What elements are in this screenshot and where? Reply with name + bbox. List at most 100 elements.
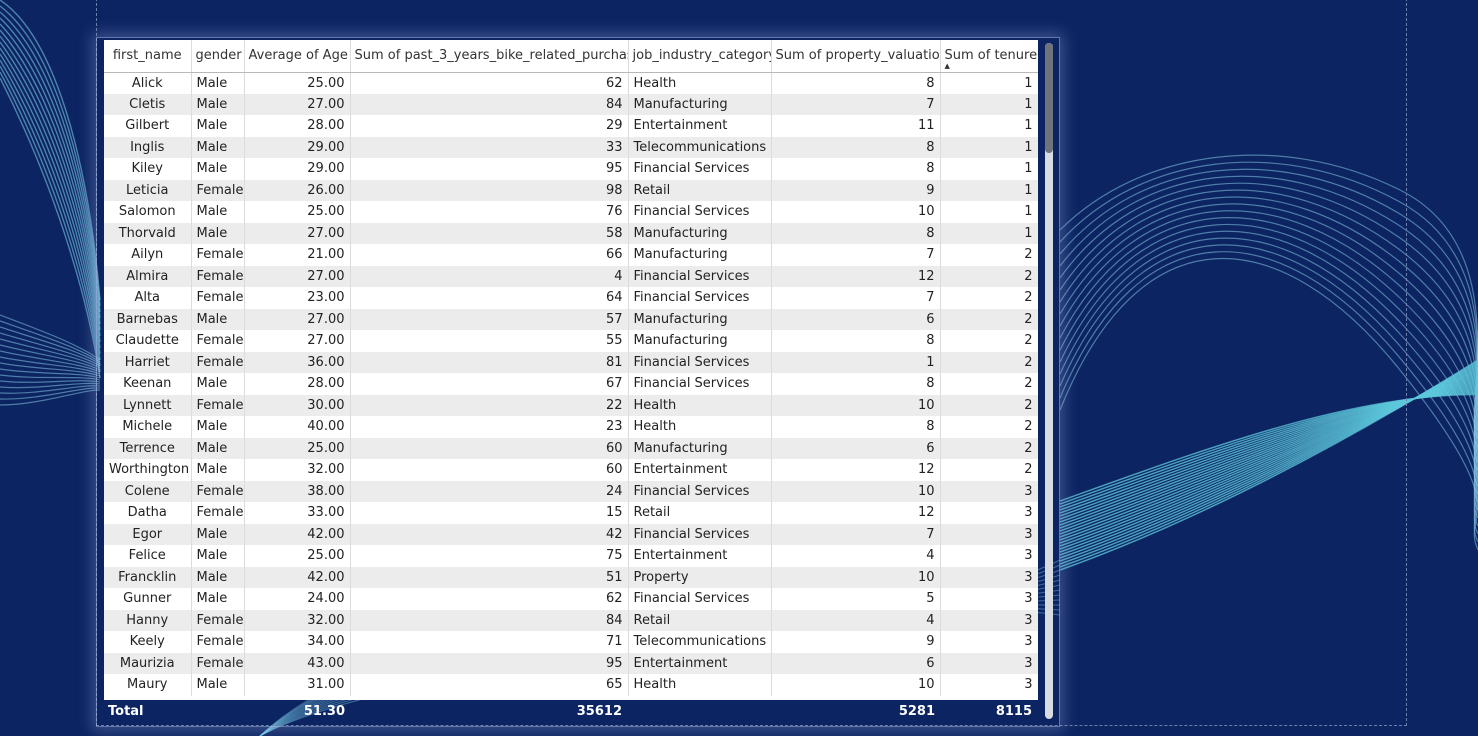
cell-job-industry-category: Financial Services (628, 287, 772, 309)
cell-gender: Male (191, 373, 245, 395)
sort-ascending-icon[interactable]: ▲ (945, 62, 950, 70)
cell-job-industry-category: Financial Services (628, 201, 772, 223)
cell-first-name: Alick (104, 72, 192, 94)
column-header-sum-of-purchases[interactable]: Sum of past_3_years_bike_related_purchas… (350, 40, 629, 73)
table-row[interactable]: Gunner Male 24.00 62 Financial Services 5 3 (104, 588, 1038, 610)
cell-job-industry-category: Manufacturing (628, 437, 772, 459)
column-header-job-industry-category[interactable]: job_industry_category (628, 40, 772, 73)
cell-first-name: Maurizia (104, 652, 192, 674)
cell-first-name: Harriet (104, 351, 192, 373)
cell-sum-of-tenure: 3 (940, 545, 1038, 567)
table-row[interactable]: Colene Female 38.00 24 Financial Services 10 3 (104, 480, 1038, 502)
cell-sum-of-purchases: 58 (350, 222, 629, 244)
cell-sum-of-property-valuation: 4 (771, 545, 941, 567)
cell-sum-of-property-valuation: 10 (771, 566, 941, 588)
column-header-first-name[interactable]: first_name (104, 40, 192, 73)
column-header-sum-of-tenure[interactable]: Sum of tenure ▲ (940, 40, 1038, 73)
cell-sum-of-property-valuation: 7 (771, 523, 941, 545)
table-row[interactable]: Egor Male 42.00 42 Financial Services 7 3 (104, 523, 1038, 545)
table-row[interactable]: Hanny Female 32.00 84 Retail 4 3 (104, 609, 1038, 631)
table-header-row: first_name gender Average of Age Sum of … (104, 40, 1038, 73)
cell-average-of-age: 38.00 (244, 480, 351, 502)
cell-sum-of-tenure: 2 (940, 308, 1038, 330)
table-row[interactable]: Alick Male 25.00 62 Health 8 1 (104, 72, 1038, 94)
vertical-scrollbar[interactable] (1045, 43, 1053, 719)
table-row[interactable]: Kiley Male 29.00 95 Financial Services 8 1 (104, 158, 1038, 180)
scrollbar-thumb[interactable] (1045, 43, 1053, 153)
cell-sum-of-property-valuation: 8 (771, 158, 941, 180)
cell-sum-of-purchases: 22 (350, 394, 629, 416)
cell-first-name: Almira (104, 265, 192, 287)
table-row[interactable]: Cletis Male 27.00 84 Manufacturing 7 1 (104, 93, 1038, 115)
cell-sum-of-tenure: 1 (940, 115, 1038, 137)
cell-first-name: Michele (104, 416, 192, 438)
table-row[interactable]: Salomon Male 25.00 76 Financial Services 10 1 (104, 201, 1038, 223)
table-row[interactable]: Thorvald Male 27.00 58 Manufacturing 8 1 (104, 222, 1038, 244)
table-row[interactable]: Gilbert Male 28.00 29 Entertainment 11 1 (104, 115, 1038, 137)
cell-average-of-age: 25.00 (244, 437, 351, 459)
table-row[interactable]: Francklin Male 42.00 51 Property 10 3 (104, 566, 1038, 588)
total-sum-of-purchases: 35612 (576, 704, 622, 719)
column-header-gender[interactable]: gender (191, 40, 245, 73)
table-row[interactable]: Harriet Female 36.00 81 Financial Services 1 2 (104, 351, 1038, 373)
cell-sum-of-purchases: 15 (350, 502, 629, 524)
cell-gender: Male (191, 308, 245, 330)
cell-sum-of-property-valuation: 6 (771, 308, 941, 330)
table-row[interactable]: Alta Female 23.00 64 Financial Services 7 2 (104, 287, 1038, 309)
column-header-average-of-age[interactable]: Average of Age (244, 40, 351, 73)
cell-gender: Male (191, 437, 245, 459)
cell-average-of-age: 28.00 (244, 373, 351, 395)
cell-gender: Female (191, 244, 245, 266)
table-row[interactable]: Datha Female 33.00 15 Retail 12 3 (104, 502, 1038, 524)
table-row[interactable]: Leticia Female 26.00 98 Retail 9 1 (104, 179, 1038, 201)
table-row[interactable]: Keely Female 34.00 71 Telecommunications 9 3 (104, 631, 1038, 653)
cell-sum-of-property-valuation: 6 (771, 437, 941, 459)
table-row[interactable]: Worthington Male 32.00 60 Entertainment 12 2 (104, 459, 1038, 481)
cell-job-industry-category: Manufacturing (628, 222, 772, 244)
cell-sum-of-property-valuation: 11 (771, 115, 941, 137)
table-row[interactable]: Keenan Male 28.00 67 Financial Services 8 2 (104, 373, 1038, 395)
cell-sum-of-tenure: 2 (940, 330, 1038, 352)
cell-first-name: Felice (104, 545, 192, 567)
cell-sum-of-property-valuation: 12 (771, 502, 941, 524)
column-header-sum-of-property-valuation[interactable]: Sum of property_valuation (771, 40, 941, 73)
cell-gender: Female (191, 287, 245, 309)
cell-job-industry-category: Telecommunications (628, 631, 772, 653)
cell-sum-of-purchases: 57 (350, 308, 629, 330)
cell-job-industry-category: Retail (628, 179, 772, 201)
cell-average-of-age: 33.00 (244, 502, 351, 524)
cell-sum-of-purchases: 51 (350, 566, 629, 588)
cell-sum-of-property-valuation: 12 (771, 459, 941, 481)
cell-sum-of-tenure: 2 (940, 351, 1038, 373)
cell-average-of-age: 26.00 (244, 179, 351, 201)
table-row[interactable]: Claudette Female 27.00 55 Manufacturing 8 2 (104, 330, 1038, 352)
cell-sum-of-purchases: 29 (350, 115, 629, 137)
cell-first-name: Kiley (104, 158, 192, 180)
table-row[interactable]: Felice Male 25.00 75 Entertainment 4 3 (104, 545, 1038, 567)
cell-sum-of-property-valuation: 8 (771, 373, 941, 395)
cell-sum-of-tenure: 3 (940, 652, 1038, 674)
cell-job-industry-category: Property (628, 566, 772, 588)
cell-sum-of-tenure: 1 (940, 93, 1038, 115)
table-row[interactable]: Inglis Male 29.00 33 Telecommunications 8 1 (104, 136, 1038, 158)
cell-sum-of-purchases: 84 (350, 609, 629, 631)
cell-job-industry-category: Financial Services (628, 588, 772, 610)
cell-sum-of-purchases: 81 (350, 351, 629, 373)
cell-sum-of-tenure: 1 (940, 72, 1038, 94)
cell-first-name: Hanny (104, 609, 192, 631)
cell-sum-of-property-valuation: 8 (771, 72, 941, 94)
cell-sum-of-purchases: 60 (350, 459, 629, 481)
cell-first-name: Thorvald (104, 222, 192, 244)
table-row[interactable]: Maury Male 31.00 65 Health 10 3 (104, 674, 1038, 696)
cell-sum-of-purchases: 65 (350, 674, 629, 696)
cell-gender: Female (191, 394, 245, 416)
table-row[interactable]: Lynnett Female 30.00 22 Health 10 2 (104, 394, 1038, 416)
cell-average-of-age: 34.00 (244, 631, 351, 653)
table-row[interactable]: Barnebas Male 27.00 57 Manufacturing 6 2 (104, 308, 1038, 330)
table-row[interactable]: Maurizia Female 43.00 95 Entertainment 6 3 (104, 652, 1038, 674)
table-row[interactable]: Terrence Male 25.00 60 Manufacturing 6 2 (104, 437, 1038, 459)
table-row[interactable]: Michele Male 40.00 23 Health 8 2 (104, 416, 1038, 438)
table-row[interactable]: Ailyn Female 21.00 66 Manufacturing 7 2 (104, 244, 1038, 266)
cell-average-of-age: 27.00 (244, 265, 351, 287)
table-row[interactable]: Almira Female 27.00 4 Financial Services 12 2 (104, 265, 1038, 287)
